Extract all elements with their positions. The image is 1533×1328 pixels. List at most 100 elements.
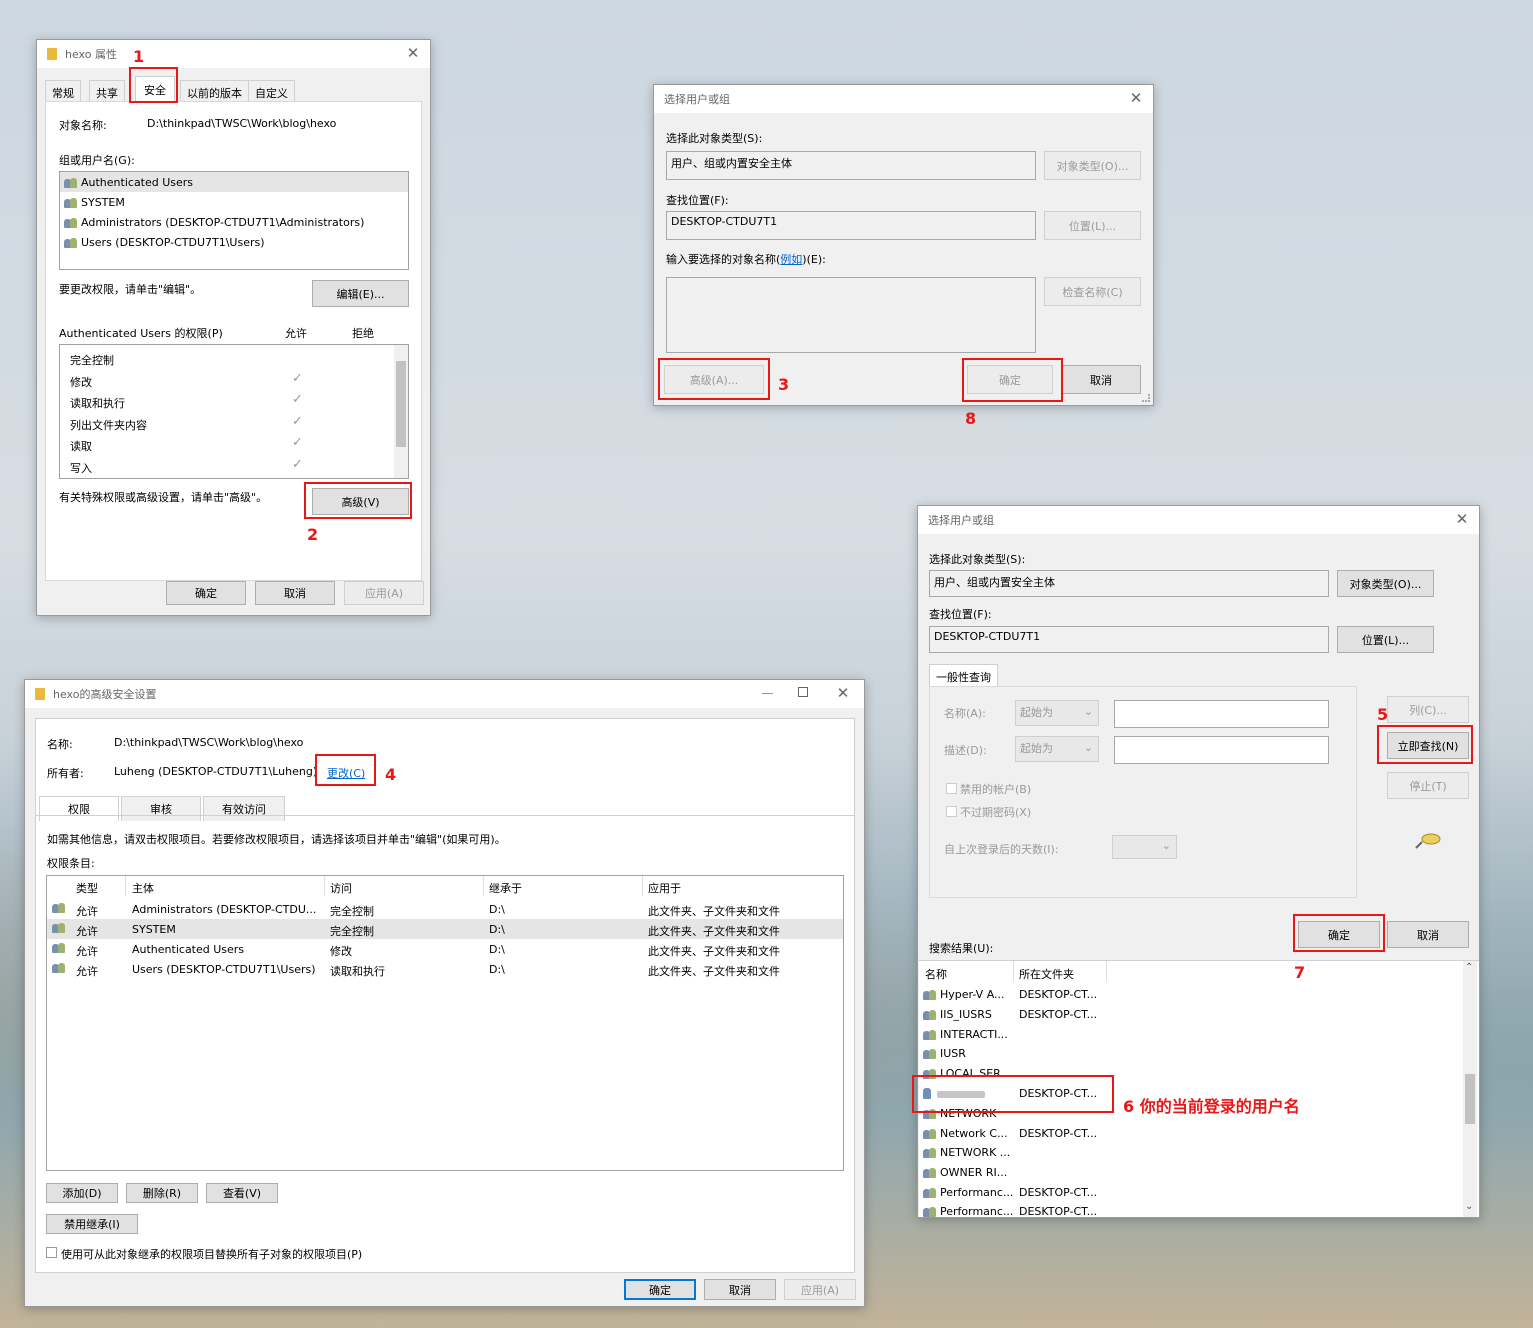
scrollbar[interactable] xyxy=(394,345,408,478)
object-types-button[interactable]: 对象类型(O)... xyxy=(1044,151,1141,180)
columns-button[interactable]: 列(C)... xyxy=(1387,696,1469,723)
no-expire-checkbox[interactable] xyxy=(946,806,957,817)
list-item[interactable]: NETWORK xyxy=(923,1107,996,1120)
list-item[interactable]: SYSTEM xyxy=(64,196,125,209)
replace-child-checkbox[interactable] xyxy=(46,1247,57,1258)
list-item[interactable]: Network C... xyxy=(923,1127,1008,1140)
apply-button[interactable]: 应用(A) xyxy=(784,1279,856,1300)
change-owner-link[interactable]: 更改(C) xyxy=(327,765,365,781)
step-4-label: 4 xyxy=(385,765,397,784)
location-field: DESKTOP-CTDU7T1 xyxy=(929,626,1329,653)
col-header-type[interactable]: 类型 xyxy=(76,880,98,896)
search-icon xyxy=(1413,831,1443,851)
name-starts-with-select[interactable]: 起始为 ⌄ xyxy=(1015,700,1099,726)
cancel-button[interactable]: 取消 xyxy=(704,1279,776,1300)
examples-link[interactable]: 例如 xyxy=(780,253,802,266)
col-header-folder[interactable]: 所在文件夹 xyxy=(1019,966,1074,982)
view-button[interactable]: 查看(V) xyxy=(206,1183,278,1203)
object-names-input[interactable] xyxy=(666,277,1036,353)
col-header-name[interactable]: 名称 xyxy=(925,966,947,982)
step-3-label: 3 xyxy=(778,375,790,394)
maximize-icon[interactable] xyxy=(798,687,808,697)
minimize-icon[interactable] xyxy=(762,686,776,700)
owner-value: Luheng (DESKTOP-CTDU7T1\Luheng) xyxy=(114,765,318,778)
locations-button[interactable]: 位置(L)... xyxy=(1337,626,1434,653)
search-results-list[interactable]: 名称 所在文件夹 Hyper-V A... DESKTOP-CT... IIS_… xyxy=(919,960,1479,1218)
select-user-dialog-small: 选择用户或组 ✕ 选择此对象类型(S): 用户、组或内置安全主体 对象类型(O)… xyxy=(653,84,1154,406)
ok-button[interactable]: 确定 xyxy=(1298,921,1380,948)
table-row[interactable]: 允许 Authenticated Users 修改 D:\ 此文件夹、子文件夹和… xyxy=(47,940,843,960)
edit-button[interactable]: 编辑(E)... xyxy=(312,280,409,307)
close-icon[interactable]: ✕ xyxy=(1453,510,1471,528)
find-now-button[interactable]: 立即查找(N) xyxy=(1387,732,1469,759)
col-header-inherited[interactable]: 继承于 xyxy=(489,880,522,896)
name-query-input[interactable] xyxy=(1114,700,1329,728)
col-header-access[interactable]: 访问 xyxy=(330,880,352,896)
check-icon: ✓ xyxy=(292,435,303,450)
ok-button[interactable]: 确定 xyxy=(166,581,246,605)
list-item[interactable]: Hyper-V A... xyxy=(923,988,1005,1001)
list-item[interactable]: Performanc... xyxy=(923,1186,1013,1199)
locations-button[interactable]: 位置(L)... xyxy=(1044,211,1141,240)
list-item[interactable]: NETWORK ... xyxy=(923,1146,1010,1159)
list-item[interactable]: INTERACTI... xyxy=(923,1028,1008,1041)
step-6-label: 6 你的当前登录的用户名 xyxy=(1123,1097,1300,1116)
perm-modify: 修改 xyxy=(70,376,92,389)
permission-entries-table[interactable]: 类型 主体 访问 继承于 应用于 允许 Administrators (DESK… xyxy=(46,875,844,1171)
tab-auditing[interactable]: 审核 xyxy=(121,796,201,821)
tab-security[interactable]: 安全 xyxy=(135,76,175,103)
check-names-button[interactable]: 检查名称(C) xyxy=(1044,277,1141,306)
group-list-label: 组或用户名(G): xyxy=(59,154,135,167)
col-header-applies[interactable]: 应用于 xyxy=(648,880,681,896)
user-icon xyxy=(923,1088,931,1099)
close-icon[interactable]: ✕ xyxy=(1127,89,1145,107)
desc-query-input[interactable] xyxy=(1114,736,1329,764)
stop-button[interactable]: 停止(T) xyxy=(1387,772,1469,799)
cancel-button[interactable]: 取消 xyxy=(1387,921,1469,948)
list-item[interactable]: LOCAL SER... xyxy=(923,1067,1011,1080)
list-item[interactable]: Performanc... xyxy=(923,1205,1013,1218)
desc-starts-with-select[interactable]: 起始为 ⌄ xyxy=(1015,736,1099,762)
check-icon: ✓ xyxy=(292,414,303,429)
add-button[interactable]: 添加(D) xyxy=(46,1183,118,1203)
chevron-up-icon[interactable]: ⌃ xyxy=(1465,962,1473,973)
close-icon[interactable]: ✕ xyxy=(834,684,852,702)
apply-button[interactable]: 应用(A) xyxy=(344,581,424,605)
list-item[interactable]: Administrators (DESKTOP-CTDU7T1\Administ… xyxy=(64,216,364,229)
col-header-principal[interactable]: 主体 xyxy=(132,880,154,896)
disabled-accounts-checkbox[interactable] xyxy=(946,783,957,794)
cancel-button[interactable]: 取消 xyxy=(255,581,335,605)
window-title: hexo的高级安全设置 xyxy=(53,688,157,701)
scrollbar-thumb[interactable] xyxy=(1465,1074,1475,1124)
window-title: hexo 属性 xyxy=(65,48,117,61)
tab-effective-access[interactable]: 有效访问 xyxy=(203,796,285,821)
group-list[interactable]: Authenticated Users SYSTEM Administrator… xyxy=(59,171,409,270)
object-types-button[interactable]: 对象类型(O)... xyxy=(1337,570,1434,597)
list-item[interactable]: IUSR xyxy=(923,1047,966,1060)
permissions-list[interactable]: 完全控制 修改 读取和执行 列出文件夹内容 读取 写入 ✓ ✓ ✓ ✓ ✓ xyxy=(59,344,409,479)
close-icon[interactable]: ✕ xyxy=(404,44,422,62)
list-item[interactable]: Authenticated Users xyxy=(64,176,193,189)
properties-window: hexo 属性 ✕ 常规 共享 安全 以前的版本 自定义 对象名称: D:\th… xyxy=(36,39,431,616)
table-row[interactable]: 允许 Administrators (DESKTOP-CTDU... 完全控制 … xyxy=(47,900,843,920)
scrollbar-thumb[interactable] xyxy=(396,361,406,447)
entries-label: 权限条目: xyxy=(47,857,95,870)
advanced-button[interactable]: 高级(V) xyxy=(312,488,409,515)
table-row[interactable]: 允许 Users (DESKTOP-CTDU7T1\Users) 读取和执行 D… xyxy=(47,960,843,980)
ok-button[interactable]: 确定 xyxy=(624,1279,696,1300)
table-row[interactable]: 允许 SYSTEM 完全控制 D:\ 此文件夹、子文件夹和文件 xyxy=(47,920,843,940)
tab-permissions[interactable]: 权限 xyxy=(39,796,119,821)
chevron-down-icon[interactable]: ⌄ xyxy=(1465,1201,1473,1212)
cancel-button[interactable]: 取消 xyxy=(1061,365,1141,394)
resize-grip-icon[interactable] xyxy=(1142,394,1150,402)
list-item[interactable]: OWNER RI... xyxy=(923,1166,1007,1179)
ok-button[interactable]: 确定 xyxy=(967,365,1053,394)
disable-inheritance-button[interactable]: 禁用继承(I) xyxy=(46,1214,138,1234)
advanced-button[interactable]: 高级(A)... xyxy=(664,365,764,394)
days-select[interactable]: ⌄ xyxy=(1112,835,1177,859)
list-item[interactable]: Users (DESKTOP-CTDU7T1\Users) xyxy=(64,236,265,249)
list-item[interactable]: IIS_IUSRS xyxy=(923,1008,992,1021)
perm-read: 读取 xyxy=(70,440,92,453)
remove-button[interactable]: 删除(R) xyxy=(126,1183,198,1203)
scrollbar[interactable]: ⌃ ⌄ xyxy=(1463,961,1477,1217)
